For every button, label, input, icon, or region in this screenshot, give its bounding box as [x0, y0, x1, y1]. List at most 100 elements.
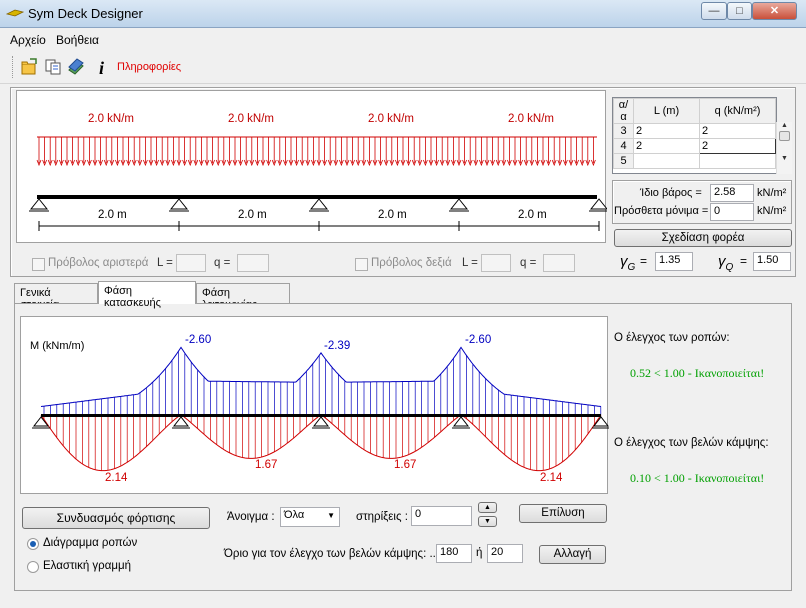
- table-header: q (kN/m²): [699, 98, 776, 124]
- span-length-label: 2.0 m: [238, 209, 267, 221]
- span-length-label: 2.0 m: [98, 209, 127, 221]
- self-weight-input[interactable]: 2.58: [710, 184, 754, 202]
- table-row[interactable]: 5: [613, 153, 776, 169]
- table-row[interactable]: 4 2 2: [613, 138, 776, 154]
- spans-table[interactable]: α/α L (m) q (kN/m²) 3 2 2 4 2 2 5: [612, 97, 777, 174]
- cantilever-left-L-label: L =: [157, 257, 173, 269]
- deflection-limit-input-2[interactable]: 20: [487, 544, 523, 563]
- support-triangle: [589, 198, 609, 210]
- books-icon[interactable]: [67, 58, 85, 76]
- gamma-g-label: γG: [620, 253, 636, 273]
- change-button[interactable]: Αλλαγή: [539, 545, 606, 564]
- app-logo-icon: [6, 9, 24, 17]
- span-moment-label: 1.67: [255, 459, 278, 471]
- tab-general[interactable]: Γενικά στοιχεία: [14, 283, 98, 311]
- cell-L[interactable]: [633, 153, 700, 169]
- toolbar-grip: [12, 56, 13, 78]
- scroll-down-icon[interactable]: ▼: [777, 155, 792, 162]
- scroll-thumb[interactable]: [779, 131, 790, 141]
- span-length-label: 2.0 m: [378, 209, 407, 221]
- row-number: 5: [613, 153, 634, 169]
- scroll-up-icon[interactable]: ▲: [777, 122, 792, 129]
- extra-permanent-unit: kN/m²: [757, 205, 787, 217]
- menu-file[interactable]: Αρχείο: [10, 33, 46, 47]
- span-select[interactable]: Όλα ▼: [280, 507, 340, 527]
- diagram-supports: [32, 416, 610, 429]
- cantilever-right-L-input[interactable]: [481, 254, 511, 272]
- tab-construction-phase[interactable]: Φάση κατασκευής: [98, 281, 196, 309]
- window-title: Sym Deck Designer: [28, 6, 143, 21]
- gamma-q-input[interactable]: 1.50: [753, 252, 791, 271]
- moment-axis-label: M (kNm/m): [30, 340, 85, 352]
- load-label: 2.0 kN/m: [368, 113, 415, 125]
- menu-help[interactable]: Βοήθεια: [56, 33, 99, 47]
- copy-icon[interactable]: [44, 58, 62, 76]
- chevron-down-icon: ▼: [327, 511, 335, 520]
- gamma-q-label: γQ: [718, 253, 734, 273]
- maximize-button[interactable]: □: [727, 2, 752, 20]
- supports-input[interactable]: 0: [411, 506, 472, 526]
- open-file-icon[interactable]: [20, 58, 38, 76]
- load-combination-button[interactable]: Συνδυασμός φόρτισης: [22, 507, 210, 529]
- supports-up-button[interactable]: ▲: [478, 502, 497, 513]
- moment-diagram-radio-label[interactable]: Διάγραμμα ροπών: [43, 537, 137, 549]
- cantilever-left-q-input[interactable]: [237, 254, 269, 272]
- tab-service-phase[interactable]: Φάση λειτουργίας: [196, 283, 290, 311]
- moment-svg: [32, 346, 610, 472]
- table-header: L (m): [633, 98, 700, 124]
- gamma-g-input[interactable]: 1.35: [655, 252, 693, 271]
- elastic-line-radio-label[interactable]: Ελαστική γραμμή: [43, 560, 131, 572]
- moment-diagram: [20, 316, 610, 494]
- support-moment-label: -2.60: [185, 334, 212, 346]
- load-label: 2.0 kN/m: [508, 113, 555, 125]
- cantilever-left-q-label: q =: [214, 257, 231, 269]
- cell-L[interactable]: 2: [633, 138, 700, 154]
- span-moment-label: 2.14: [105, 472, 128, 484]
- cell-q[interactable]: 2: [699, 123, 776, 139]
- moment-check-result: 0.52 < 1.00 - Ικανοποιείται!: [630, 366, 765, 380]
- minimize-button[interactable]: —: [701, 2, 727, 20]
- beam-line: [37, 195, 597, 199]
- span-moment-label: 1.67: [394, 459, 417, 471]
- cell-L[interactable]: 2: [633, 123, 700, 139]
- load-label: 2.0 kN/m: [88, 113, 135, 125]
- negative-moment-curve: [40, 346, 602, 407]
- support-triangle: [449, 198, 469, 210]
- deflection-check-result: 0.10 < 1.00 - Ικανοποιείται!: [630, 471, 765, 485]
- table-row[interactable]: 3 2 2: [613, 123, 776, 139]
- info-icon[interactable]: i: [93, 58, 111, 76]
- support-triangle: [29, 198, 49, 210]
- deflection-limit-input-1[interactable]: 180: [436, 544, 472, 563]
- moment-diagram-radio[interactable]: [27, 538, 39, 550]
- cantilever-right-q-input[interactable]: [543, 254, 575, 272]
- load-arrows: [36, 137, 596, 167]
- cell-q[interactable]: [699, 153, 776, 169]
- self-weight-label: Ίδιο βάρος =: [640, 187, 702, 199]
- cantilever-right-L-label: L =: [462, 257, 478, 269]
- row-number: 3: [613, 123, 634, 139]
- supports-down-button[interactable]: ▼: [478, 516, 497, 527]
- support-triangle: [309, 198, 329, 210]
- design-structure-button[interactable]: Σχεδίαση φορέα: [614, 229, 792, 247]
- span-moment-label: 2.14: [540, 472, 563, 484]
- info-link[interactable]: Πληροφορίες: [117, 61, 181, 73]
- cantilever-left-checkbox[interactable]: [32, 258, 45, 271]
- cantilever-right-label: Πρόβολος δεξιά: [371, 257, 452, 269]
- span-length-label: 2.0 m: [518, 209, 547, 221]
- elastic-line-radio[interactable]: [27, 561, 39, 573]
- gamma-q-eq: =: [740, 254, 748, 268]
- cantilever-right-checkbox[interactable]: [355, 258, 368, 271]
- svg-text:i: i: [99, 58, 104, 76]
- solve-button[interactable]: Επίλυση: [519, 504, 607, 523]
- cell-q[interactable]: 2: [699, 138, 776, 154]
- deflection-limit-label: Όριο για τον έλεγχο των βελών κάμψης: ..…: [224, 548, 440, 560]
- extra-permanent-input[interactable]: 0: [710, 203, 754, 221]
- row-number: 4: [613, 138, 634, 154]
- negative-moment-hatch: [43, 348, 602, 415]
- gamma-g-eq: =: [640, 254, 648, 268]
- table-scrollbar[interactable]: ▲ ▼: [776, 122, 792, 174]
- support-moment-label: -2.60: [465, 334, 492, 346]
- close-button[interactable]: ✕: [752, 2, 797, 20]
- cantilever-left-L-input[interactable]: [176, 254, 206, 272]
- support-moment-label: -2.39: [324, 340, 351, 352]
